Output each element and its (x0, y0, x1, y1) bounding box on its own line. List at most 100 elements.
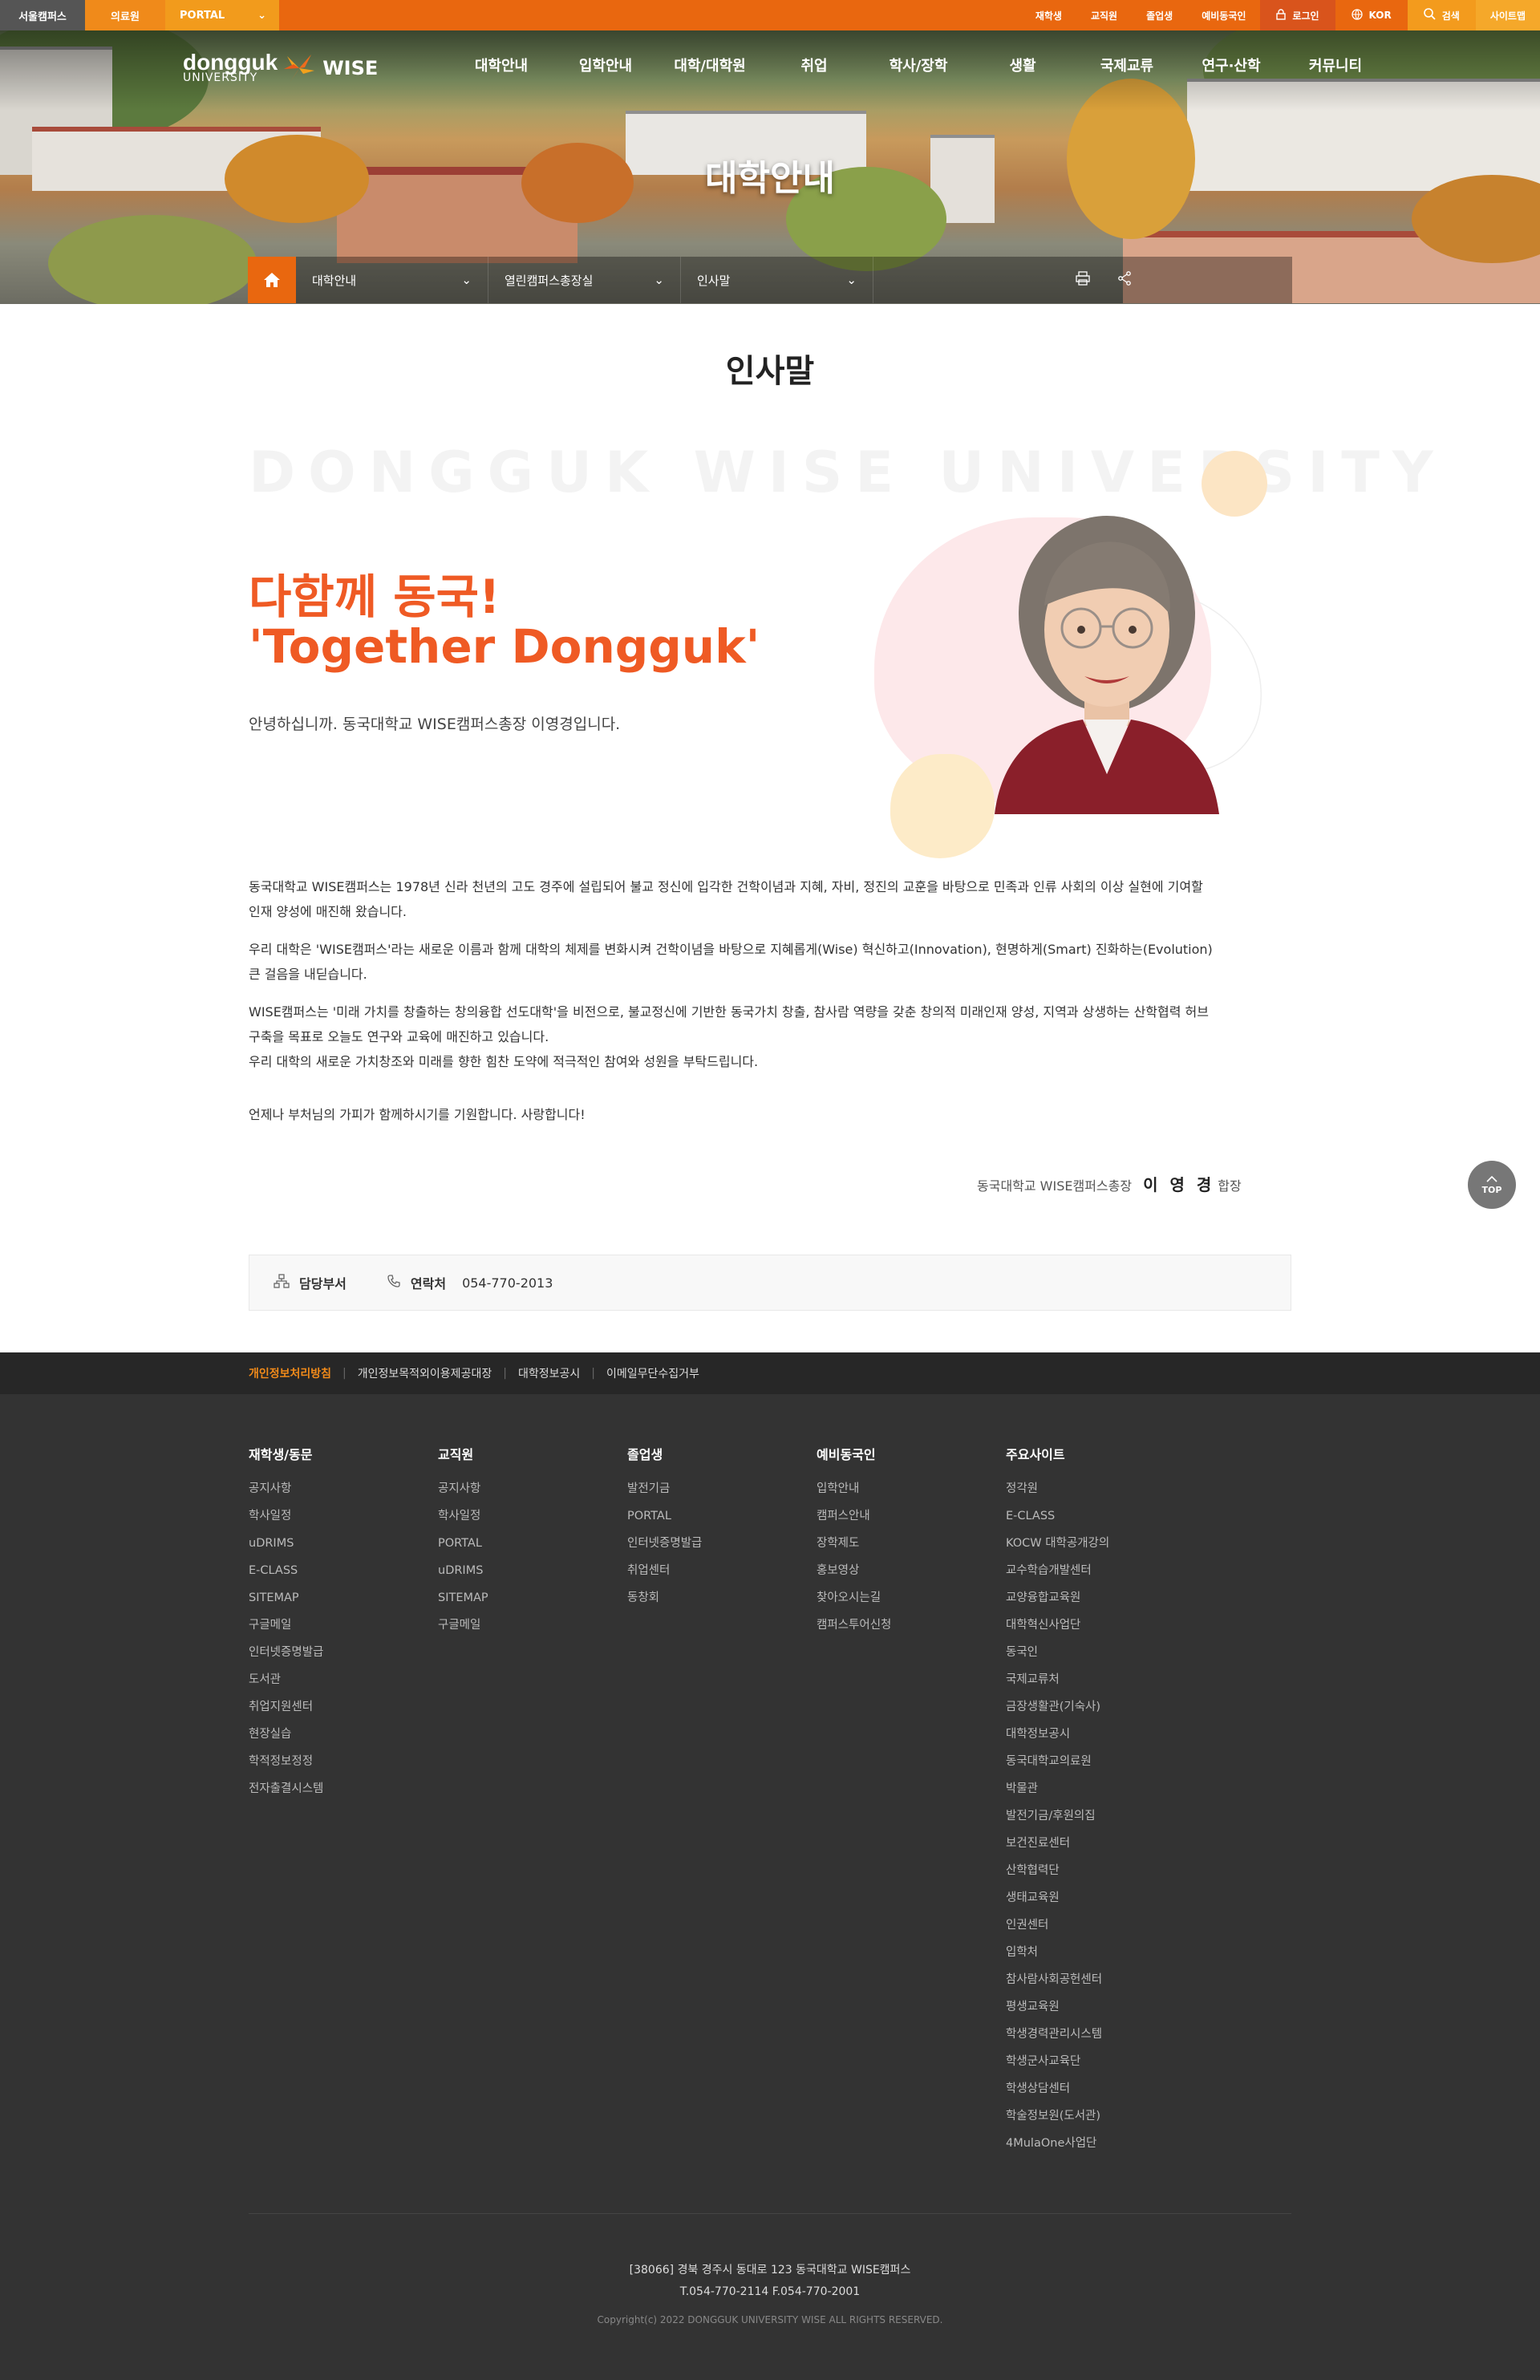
message-paragraph-4: 언제나 부처님의 가피가 함께하시기를 기원합니다. 사랑합니다! (249, 1107, 586, 1122)
footer-link[interactable]: 입학안내 (817, 1481, 1006, 1508)
link-prospective[interactable]: 예비동국인 (1187, 9, 1260, 22)
logo-emblem-icon (284, 55, 315, 82)
breadcrumb-depth1[interactable]: 대학안내 ⌄ (296, 257, 488, 303)
footer-link[interactable]: E-CLASS (1006, 1508, 1195, 1535)
login-button[interactable]: 로그인 (1260, 0, 1335, 30)
language-button[interactable]: KOR (1335, 0, 1408, 30)
link-seoul-campus[interactable]: 서울캠퍼스 (0, 0, 85, 30)
scroll-top-button[interactable]: TOP (1468, 1161, 1516, 1209)
footer-link[interactable]: 학생군사교육단 (1006, 2054, 1195, 2081)
message-paragraph-2: 우리 대학은 'WISE캠퍼스'라는 새로운 이름과 함께 대학의 체제를 변화… (249, 937, 1243, 987)
university-logo[interactable]: dongguk UNIVERSITY WISE (183, 51, 378, 85)
footer-link[interactable]: 동창회 (627, 1590, 817, 1617)
footer-link[interactable]: 도서관 (249, 1672, 438, 1699)
footer-link[interactable]: 취업지원센터 (249, 1699, 438, 1726)
nav-item-life[interactable]: 생활 (971, 55, 1075, 75)
footer-link[interactable]: 보건진료센터 (1006, 1835, 1195, 1863)
footer-link[interactable]: 캠퍼스투어신청 (817, 1617, 1006, 1644)
logo-wise: WISE (322, 57, 379, 79)
footer-link[interactable]: 구글메일 (249, 1617, 438, 1644)
footer-link[interactable]: 금장생활관(기숙사) (1006, 1699, 1195, 1726)
breadcrumb-depth3[interactable]: 인사말 ⌄ (681, 257, 873, 303)
footer-link[interactable]: 동국인 (1006, 1644, 1195, 1672)
footer-link[interactable]: 홍보영상 (817, 1563, 1006, 1590)
home-button[interactable] (248, 257, 296, 303)
footer-link[interactable]: 4MulaOne사업단 (1006, 2135, 1195, 2163)
nav-item-community[interactable]: 커뮤니티 (1283, 55, 1388, 75)
login-label: 로그인 (1292, 10, 1319, 22)
footer-link[interactable]: 현장실습 (249, 1726, 438, 1754)
footer-link[interactable]: 정각원 (1006, 1481, 1195, 1508)
footer-link[interactable]: 인권센터 (1006, 1917, 1195, 1944)
link-alumni[interactable]: 졸업생 (1132, 9, 1187, 22)
link-medical-center[interactable]: 의료원 (85, 0, 165, 30)
footer-column-alumni: 졸업생 발전기금 PORTAL 인터넷증명발급 취업센터 동창회 (627, 1444, 817, 1617)
link-email-refusal[interactable]: 이메일무단수집거부 (606, 1365, 699, 1381)
footer-link[interactable]: 대학정보공시 (1006, 1726, 1195, 1754)
share-icon[interactable] (1117, 271, 1132, 289)
footer-link[interactable]: 참사람사회공헌센터 (1006, 1972, 1195, 1999)
footer-link[interactable]: SITEMAP (249, 1590, 438, 1617)
footer-link[interactable]: PORTAL (438, 1535, 627, 1563)
footer-link[interactable]: 학생경력관리시스템 (1006, 2026, 1195, 2054)
nav-item-career[interactable]: 취업 (762, 55, 866, 75)
footer-link[interactable]: 동국대학교의료원 (1006, 1754, 1195, 1781)
footer-link[interactable]: 인터넷증명발급 (627, 1535, 817, 1563)
footer-link[interactable]: PORTAL (627, 1508, 817, 1535)
nav-item-admission[interactable]: 입학안내 (553, 55, 658, 75)
footer-link[interactable]: 인터넷증명발급 (249, 1644, 438, 1672)
link-privacy-usage[interactable]: 개인정보목적외이용제공대장 (358, 1365, 492, 1381)
message-paragraph-2-line-1: 우리 대학은 'WISE캠퍼스'라는 새로운 이름과 함께 대학의 체제를 변화… (249, 942, 1213, 957)
portal-dropdown[interactable]: PORTAL ⌄ (165, 0, 279, 30)
footer-link[interactable]: 공지사항 (249, 1481, 438, 1508)
footer-link[interactable]: 평생교육원 (1006, 1999, 1195, 2026)
footer-link[interactable]: 발전기금/후원의집 (1006, 1808, 1195, 1835)
footer-link[interactable]: 전자출결시스템 (249, 1781, 438, 1808)
footer-link[interactable]: uDRIMS (438, 1563, 627, 1590)
location-bar: 대학안내 ⌄ 열린캠퍼스총장실 ⌄ 인사말 ⌄ (248, 257, 1292, 303)
nav-item-academic[interactable]: 학사/장학 (866, 55, 971, 75)
footer-link[interactable]: 교수학습개발센터 (1006, 1563, 1195, 1590)
footer-link[interactable]: E-CLASS (249, 1563, 438, 1590)
footer-link[interactable]: 구글메일 (438, 1617, 627, 1644)
footer-link[interactable]: 산학협력단 (1006, 1863, 1195, 1890)
nav-item-international[interactable]: 국제교류 (1075, 55, 1179, 75)
footer-link[interactable]: 학생상담센터 (1006, 2081, 1195, 2108)
search-icon (1423, 8, 1436, 22)
footer-link[interactable]: uDRIMS (249, 1535, 438, 1563)
sitemap-button[interactable]: 사이트맵 (1475, 0, 1540, 30)
footer-link[interactable]: 캠퍼스안내 (817, 1508, 1006, 1535)
footer-link[interactable]: 공지사항 (438, 1481, 627, 1508)
footer-link[interactable]: 박물관 (1006, 1781, 1195, 1808)
nav-item-about[interactable]: 대학안내 (449, 55, 553, 75)
footer-link[interactable]: 학술정보원(도서관) (1006, 2108, 1195, 2135)
footer-link[interactable]: 학사일정 (438, 1508, 627, 1535)
footer-link[interactable]: SITEMAP (438, 1590, 627, 1617)
footer-link[interactable]: 취업센터 (627, 1563, 817, 1590)
link-privacy-policy[interactable]: 개인정보처리방침 (249, 1365, 331, 1381)
department-label: 담당부서 (299, 1276, 346, 1291)
breadcrumb-depth2[interactable]: 열린캠퍼스총장실 ⌄ (488, 257, 681, 303)
main-navigation: 대학안내 입학안내 대학/대학원 취업 학사/장학 생활 국제교류 연구·산학 … (449, 55, 1388, 75)
chevron-down-icon: ⌄ (846, 273, 857, 287)
footer-link[interactable]: 입학처 (1006, 1944, 1195, 1972)
footer-link[interactable]: 대학혁신사업단 (1006, 1617, 1195, 1644)
footer-link[interactable]: KOCW 대학공개강의 (1006, 1535, 1195, 1563)
footer-link[interactable]: 발전기금 (627, 1481, 817, 1508)
nav-item-colleges[interactable]: 대학/대학원 (658, 55, 762, 75)
footer-link[interactable]: 학적정보정정 (249, 1754, 438, 1781)
link-disclosure[interactable]: 대학정보공시 (518, 1365, 580, 1381)
footer-link[interactable]: 생태교육원 (1006, 1890, 1195, 1917)
footer-link[interactable]: 학사일정 (249, 1508, 438, 1535)
footer-link[interactable]: 국제교류처 (1006, 1672, 1195, 1699)
print-icon[interactable] (1076, 271, 1090, 289)
footer-link[interactable]: 찾아오시는길 (817, 1590, 1006, 1617)
nav-item-research[interactable]: 연구·산학 (1179, 55, 1283, 75)
footer-link[interactable]: 장학제도 (817, 1535, 1006, 1563)
search-button[interactable]: 검색 (1407, 0, 1476, 30)
president-photo (874, 505, 1291, 858)
footer-link[interactable]: 교양융합교육원 (1006, 1590, 1195, 1617)
message-paragraph-3-line-3: 우리 대학의 새로운 가치창조와 미래를 향한 힘찬 도약에 적극적인 참여와 … (249, 1054, 759, 1069)
link-student[interactable]: 재학생 (1021, 9, 1076, 22)
link-staff[interactable]: 교직원 (1076, 9, 1132, 22)
